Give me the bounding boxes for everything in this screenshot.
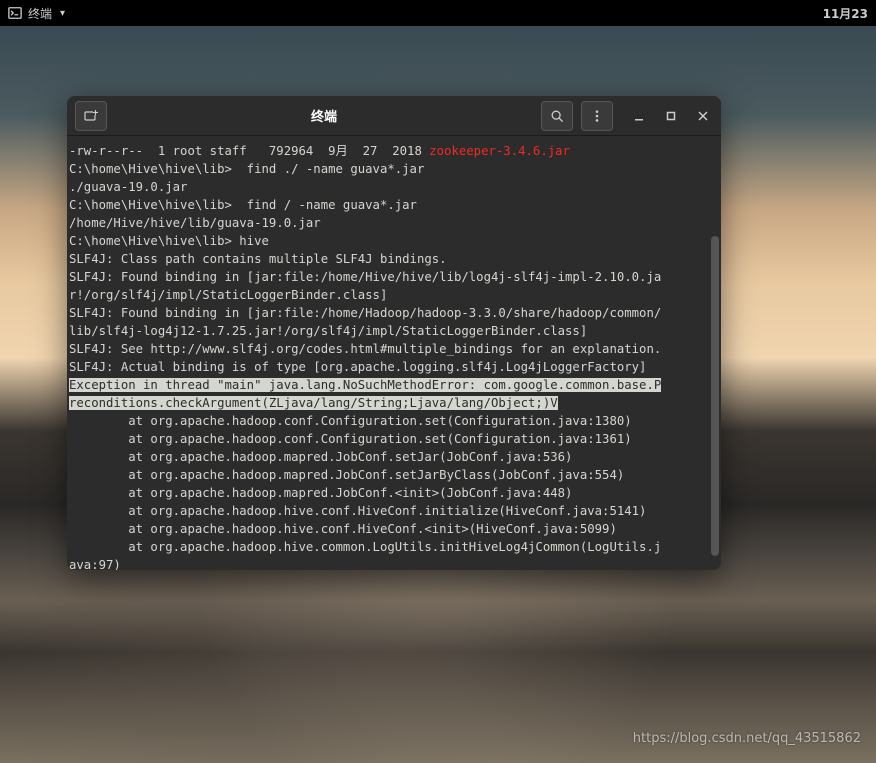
terminal-line: SLF4J: Found binding in [jar:file:/home/… [69, 304, 717, 322]
terminal-icon [8, 6, 22, 20]
terminal-output[interactable]: -rw-r--r-- 1 root staff 792964 9月 27 201… [67, 136, 721, 570]
terminal-line: at org.apache.hadoop.conf.Configuration.… [69, 430, 717, 448]
menu-button[interactable] [581, 101, 613, 131]
terminal-line: C:\home\Hive\hive\lib> hive [69, 232, 717, 250]
terminal-line: at org.apache.hadoop.hive.common.LogUtil… [69, 538, 717, 556]
search-button[interactable] [541, 101, 573, 131]
scrollbar-thumb[interactable] [711, 236, 719, 556]
terminal-line: at org.apache.hadoop.conf.Configuration.… [69, 412, 717, 430]
terminal-line: at org.apache.hadoop.hive.conf.HiveConf.… [69, 502, 717, 520]
watermark-text: https://blog.csdn.net/qq_43515862 [633, 731, 861, 746]
terminal-line: reconditions.checkArgument(ZLjava/lang/S… [69, 394, 717, 412]
desktop-background: https://blog.csdn.net/qq_43515862 终端 [0, 26, 876, 763]
topbar-app-name: 终端 [28, 5, 52, 22]
terminal-line: SLF4J: See http://www.slf4j.org/codes.ht… [69, 340, 717, 358]
terminal-line: -rw-r--r-- 1 root staff 792964 9月 27 201… [69, 142, 717, 160]
system-topbar: 终端 ▾ 11月23 [0, 0, 876, 26]
terminal-line: r!/org/slf4j/impl/StaticLoggerBinder.cla… [69, 286, 717, 304]
terminal-line: ./guava-19.0.jar [69, 178, 717, 196]
terminal-line: at org.apache.hadoop.mapred.JobConf.setJ… [69, 466, 717, 484]
terminal-line: at org.apache.hadoop.mapred.JobConf.setJ… [69, 448, 717, 466]
window-title: 终端 [107, 106, 541, 125]
close-button[interactable] [693, 106, 713, 126]
window-titlebar[interactable]: 终端 [67, 96, 721, 136]
terminal-line: /home/Hive/hive/lib/guava-19.0.jar [69, 214, 717, 232]
terminal-line: ava:97) [69, 556, 717, 570]
new-tab-button[interactable] [75, 101, 107, 131]
terminal-line: at org.apache.hadoop.hive.conf.HiveConf.… [69, 520, 717, 538]
minimize-button[interactable] [629, 106, 649, 126]
terminal-line: C:\home\Hive\hive\lib> find / -name guav… [69, 196, 717, 214]
terminal-line: C:\home\Hive\hive\lib> find ./ -name gua… [69, 160, 717, 178]
chevron-down-icon: ▾ [60, 8, 65, 19]
terminal-line: SLF4J: Class path contains multiple SLF4… [69, 250, 717, 268]
topbar-date[interactable]: 11月23 [823, 5, 868, 22]
terminal-line: lib/slf4j-log4j12-1.7.25.jar!/org/slf4j/… [69, 322, 717, 340]
terminal-line: SLF4J: Actual binding is of type [org.ap… [69, 358, 717, 376]
terminal-line: SLF4J: Found binding in [jar:file:/home/… [69, 268, 717, 286]
topbar-app-indicator[interactable]: 终端 ▾ [8, 5, 65, 22]
maximize-button[interactable] [661, 106, 681, 126]
terminal-line: Exception in thread "main" java.lang.NoS… [69, 376, 717, 394]
terminal-window: 终端 [67, 96, 721, 570]
terminal-line: at org.apache.hadoop.mapred.JobConf.<ini… [69, 484, 717, 502]
